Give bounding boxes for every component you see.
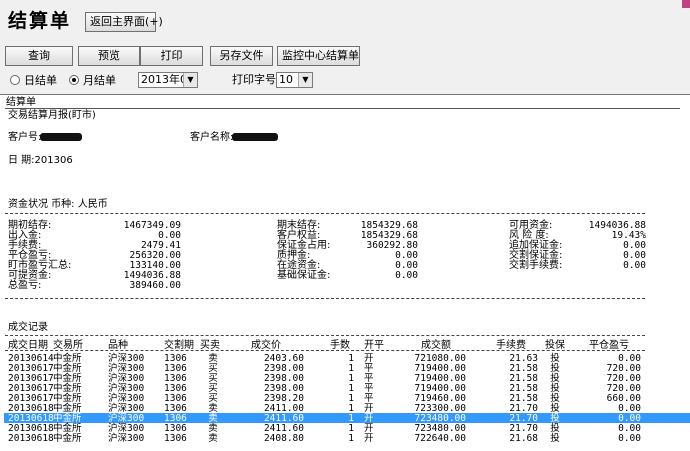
table-cell: 20130618	[8, 433, 54, 444]
trades-title: 成交记录	[8, 322, 48, 333]
font-size-label: 打印字号	[232, 73, 276, 86]
fund-value: 389460.00	[129, 280, 181, 291]
save-as-button[interactable]: 另存文件	[210, 46, 273, 66]
table-cell: 卖	[208, 433, 218, 444]
fund-divider-bottom	[5, 298, 645, 299]
daily-radio-circle[interactable]	[10, 75, 20, 85]
report-header: 结算单	[6, 97, 36, 108]
table-cell: 投	[550, 433, 560, 444]
report-subtitle: 交易结算月报(盯市)	[8, 110, 96, 121]
daily-radio-label: 日结单	[24, 74, 57, 87]
fund-divider-top	[5, 213, 645, 214]
customer-no-label: 客户号:	[8, 132, 42, 143]
customer-name-label: 客户名称:	[190, 132, 234, 143]
table-cell: 1306	[164, 433, 187, 444]
daily-radio[interactable]: 日结单	[10, 72, 57, 88]
header-divider	[5, 108, 680, 109]
window-corner-marker	[682, 0, 690, 8]
table-row[interactable]: 20130618 中金所 沪深300 1306 卖 2411.60 1 开 723480.00 2…	[4, 423, 690, 434]
fund-value: 0.00	[623, 260, 646, 271]
table-cell: 沪深300	[108, 433, 145, 444]
report-panel: 结算单 交易结算月报(盯市) 客户号: 客户名称: 日 期:201306 资金状…	[0, 94, 690, 451]
fund-value: 0.00	[395, 270, 418, 281]
table-row[interactable]: 20130617 中金所 沪深300 1306 买 2398.00 1 平 719400.00 2…	[4, 383, 690, 394]
font-size-select[interactable]: 10 ▼	[276, 72, 313, 88]
monthly-radio[interactable]: 月结单	[69, 72, 116, 88]
chevron-down-icon[interactable]: ▼	[298, 73, 312, 87]
table-row[interactable]: 20130618 中金所 沪深300 1306 卖 2411.60 1 开 723480.00 2…	[4, 413, 690, 424]
customer-no-redacted	[40, 133, 82, 141]
return-home-button[interactable]: 返回主界面(+)	[85, 12, 163, 32]
table-row[interactable]: 20130617 中金所 沪深300 1306 买 2398.20 1 平 719460.00 2…	[4, 393, 690, 404]
fund-label: 基础保证金:	[277, 270, 331, 281]
table-row[interactable]: 20130618 中金所 沪深300 1306 卖 2408.80 1 开 722640.00 2…	[4, 433, 690, 444]
trades-divider-top	[5, 335, 645, 336]
query-button[interactable]: 查询	[5, 46, 73, 66]
table-cell: 722640.00	[414, 433, 466, 444]
fund-status-title: 资金状况 币种: 人民币	[8, 199, 108, 210]
app-title: 结算单	[8, 10, 72, 32]
preview-button[interactable]: 预览	[78, 46, 140, 66]
print-button[interactable]: 打印	[140, 46, 203, 66]
table-cell: 21.68	[509, 433, 538, 444]
table-row[interactable]: 20130617 中金所 沪深300 1306 买 2398.00 1 平 719400.00 2…	[4, 363, 690, 374]
font-size-select-value: 10	[279, 73, 293, 86]
table-cell: 中金所	[53, 433, 82, 444]
chevron-down-icon[interactable]: ▼	[183, 73, 197, 87]
monthly-radio-circle[interactable]	[69, 75, 79, 85]
monthly-radio-label: 月结单	[83, 74, 116, 87]
table-cell: 1	[348, 433, 354, 444]
monitor-center-button[interactable]: 监控中心结算单	[277, 46, 360, 66]
trades-header-row: 成交日期 交易所 品种 交割期 买卖 成交价 手数 开平 成交额 手续费 投保 平仓盈亏	[4, 340, 690, 351]
month-select[interactable]: 2013年06 ▼	[138, 72, 198, 88]
table-row[interactable]: 20130614 中金所 沪深300 1306 卖 2403.60 1 开 721080.00 2…	[4, 353, 690, 364]
fund-label: 交割手续费:	[509, 260, 563, 271]
table-row[interactable]: 20130617 中金所 沪深300 1306 买 2398.00 1 平 719400.00 2…	[4, 373, 690, 384]
table-cell: 0.00	[618, 433, 641, 444]
customer-name-redacted	[232, 133, 278, 141]
table-row[interactable]: 20130618 中金所 沪深300 1306 卖 2411.00 1 开 723300.00 2…	[4, 403, 690, 414]
trades-divider-mid	[5, 350, 645, 351]
table-cell: 开	[364, 433, 374, 444]
fund-label: 总盈亏:	[8, 280, 42, 291]
settlement-date: 日 期:201306	[8, 155, 73, 166]
table-cell: 2408.80	[263, 433, 304, 444]
